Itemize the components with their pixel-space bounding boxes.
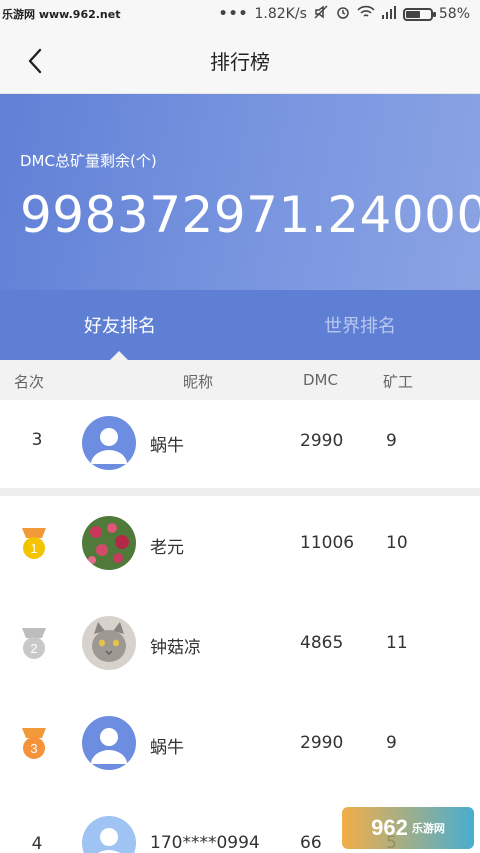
- avatar: [82, 416, 136, 470]
- section-divider: [0, 488, 480, 496]
- rank-number: 4: [31, 834, 43, 853]
- svg-text:1: 1: [30, 541, 37, 556]
- dmc-value: 4865: [300, 633, 344, 653]
- mute-icon: [313, 4, 329, 24]
- tab-world-ranking[interactable]: 世界排名: [240, 290, 480, 360]
- ranking-tabs: 好友排名 世界排名: [0, 290, 480, 360]
- dmc-summary-banner: DMC总矿量剩余(个) 998372971.24000: [0, 94, 480, 290]
- battery-percent: 58%: [438, 6, 470, 22]
- wifi-icon: [357, 5, 375, 23]
- miner-count: 9: [386, 431, 397, 451]
- dmc-value: 2990: [300, 431, 344, 451]
- col-miner: 矿工: [383, 373, 414, 391]
- gold-medal-icon: 1: [22, 528, 46, 559]
- dmc-value: 2990: [300, 733, 344, 753]
- miner-count: 9: [386, 733, 397, 753]
- user-icon: [97, 828, 121, 853]
- bronze-medal-icon: 3: [22, 728, 46, 759]
- column-header: 名次 昵称 DMC 矿工: [0, 360, 480, 400]
- table-row[interactable]: 3 蜗牛 2990 9: [0, 696, 480, 796]
- avatar: [82, 816, 136, 853]
- nickname: 蜗牛: [150, 436, 184, 456]
- table-row[interactable]: 2 钟菇凉 4865 11: [0, 596, 480, 696]
- flowers-photo-icon: [82, 516, 136, 570]
- dmc-remaining-value: 998372971.24000: [20, 186, 480, 244]
- dmc-remaining-label: DMC总矿量剩余(个): [20, 152, 157, 170]
- avatar: [82, 516, 136, 570]
- user-icon: [91, 428, 127, 464]
- status-icons: ••• 1.82K/s 58%: [219, 4, 470, 24]
- rank-number: 3: [31, 430, 43, 450]
- watermark-text: 乐游网 www.962.net: [2, 8, 121, 21]
- dmc-value: 11006: [300, 533, 355, 553]
- signal-icon: [381, 5, 397, 23]
- table-row[interactable]: 1 老元 11006 10: [0, 496, 480, 596]
- user-icon: [91, 728, 127, 764]
- col-dmc: DMC: [303, 371, 338, 389]
- nickname: 老元: [150, 538, 184, 558]
- svg-text:2: 2: [30, 641, 37, 656]
- status-bar: 乐游网 www.962.net ••• 1.82K/s 58%: [0, 0, 480, 28]
- my-rank-row[interactable]: 3 蜗牛 2990 9: [0, 400, 480, 488]
- battery-fill: [405, 10, 420, 18]
- avatar: [82, 716, 136, 770]
- nickname: 蜗牛: [150, 738, 184, 758]
- miner-count: 10: [386, 533, 408, 553]
- avatar: [82, 616, 136, 670]
- tab-friend-ranking[interactable]: 好友排名: [0, 290, 240, 360]
- svg-text:3: 3: [30, 741, 37, 756]
- watermark-sub: 乐游网: [411, 823, 445, 835]
- cat-photo-icon: [82, 616, 136, 670]
- more-dots-icon: •••: [218, 6, 249, 22]
- network-speed: 1.82K/s: [254, 6, 307, 22]
- dmc-value: 66: [300, 833, 322, 853]
- nickname: 170****0994: [150, 833, 260, 853]
- alarm-icon: [335, 4, 351, 24]
- miner-count: 11: [386, 633, 408, 653]
- col-rank: 名次: [14, 373, 45, 391]
- site-watermark-logo: 962 乐游网: [342, 807, 474, 849]
- battery-icon: [402, 7, 436, 21]
- col-nickname: 昵称: [183, 373, 214, 391]
- nav-bar: 排行榜: [0, 28, 480, 94]
- page-title: 排行榜: [210, 50, 270, 74]
- nickname: 钟菇凉: [150, 638, 201, 658]
- silver-medal-icon: 2: [22, 628, 46, 659]
- active-tab-indicator: [110, 351, 128, 360]
- watermark-main: 962: [371, 815, 408, 840]
